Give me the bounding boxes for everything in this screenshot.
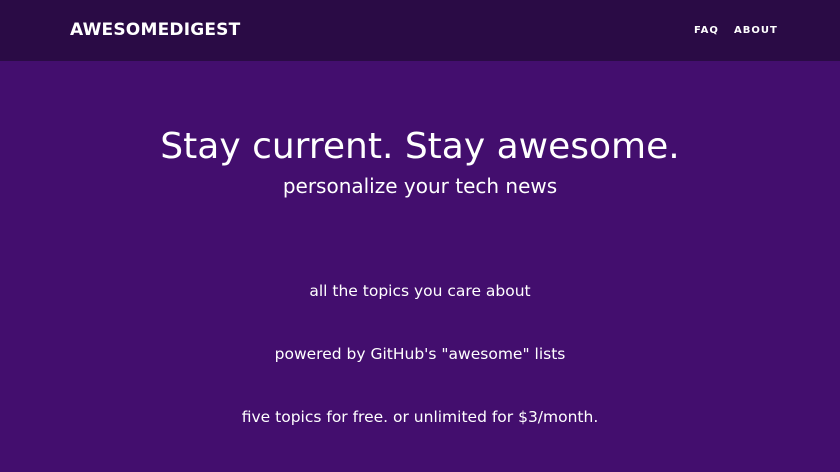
feature-github-lists: powered by GitHub's "awesome" lists (274, 345, 566, 363)
brand-logo-link[interactable]: AWESOMEDIGEST (70, 19, 240, 41)
nav-link-about[interactable]: ABOUT (734, 24, 778, 38)
hero-subtitle: personalize your tech news (282, 174, 558, 198)
top-navbar: AWESOMEDIGEST FAQ ABOUT (0, 0, 840, 61)
hero-title: Stay current. Stay awesome. (160, 126, 680, 167)
feature-pricing: five topics for free. or unlimited for $… (241, 408, 599, 426)
nav-link-faq[interactable]: FAQ (694, 24, 719, 38)
feature-topics: all the topics you care about (309, 282, 531, 300)
